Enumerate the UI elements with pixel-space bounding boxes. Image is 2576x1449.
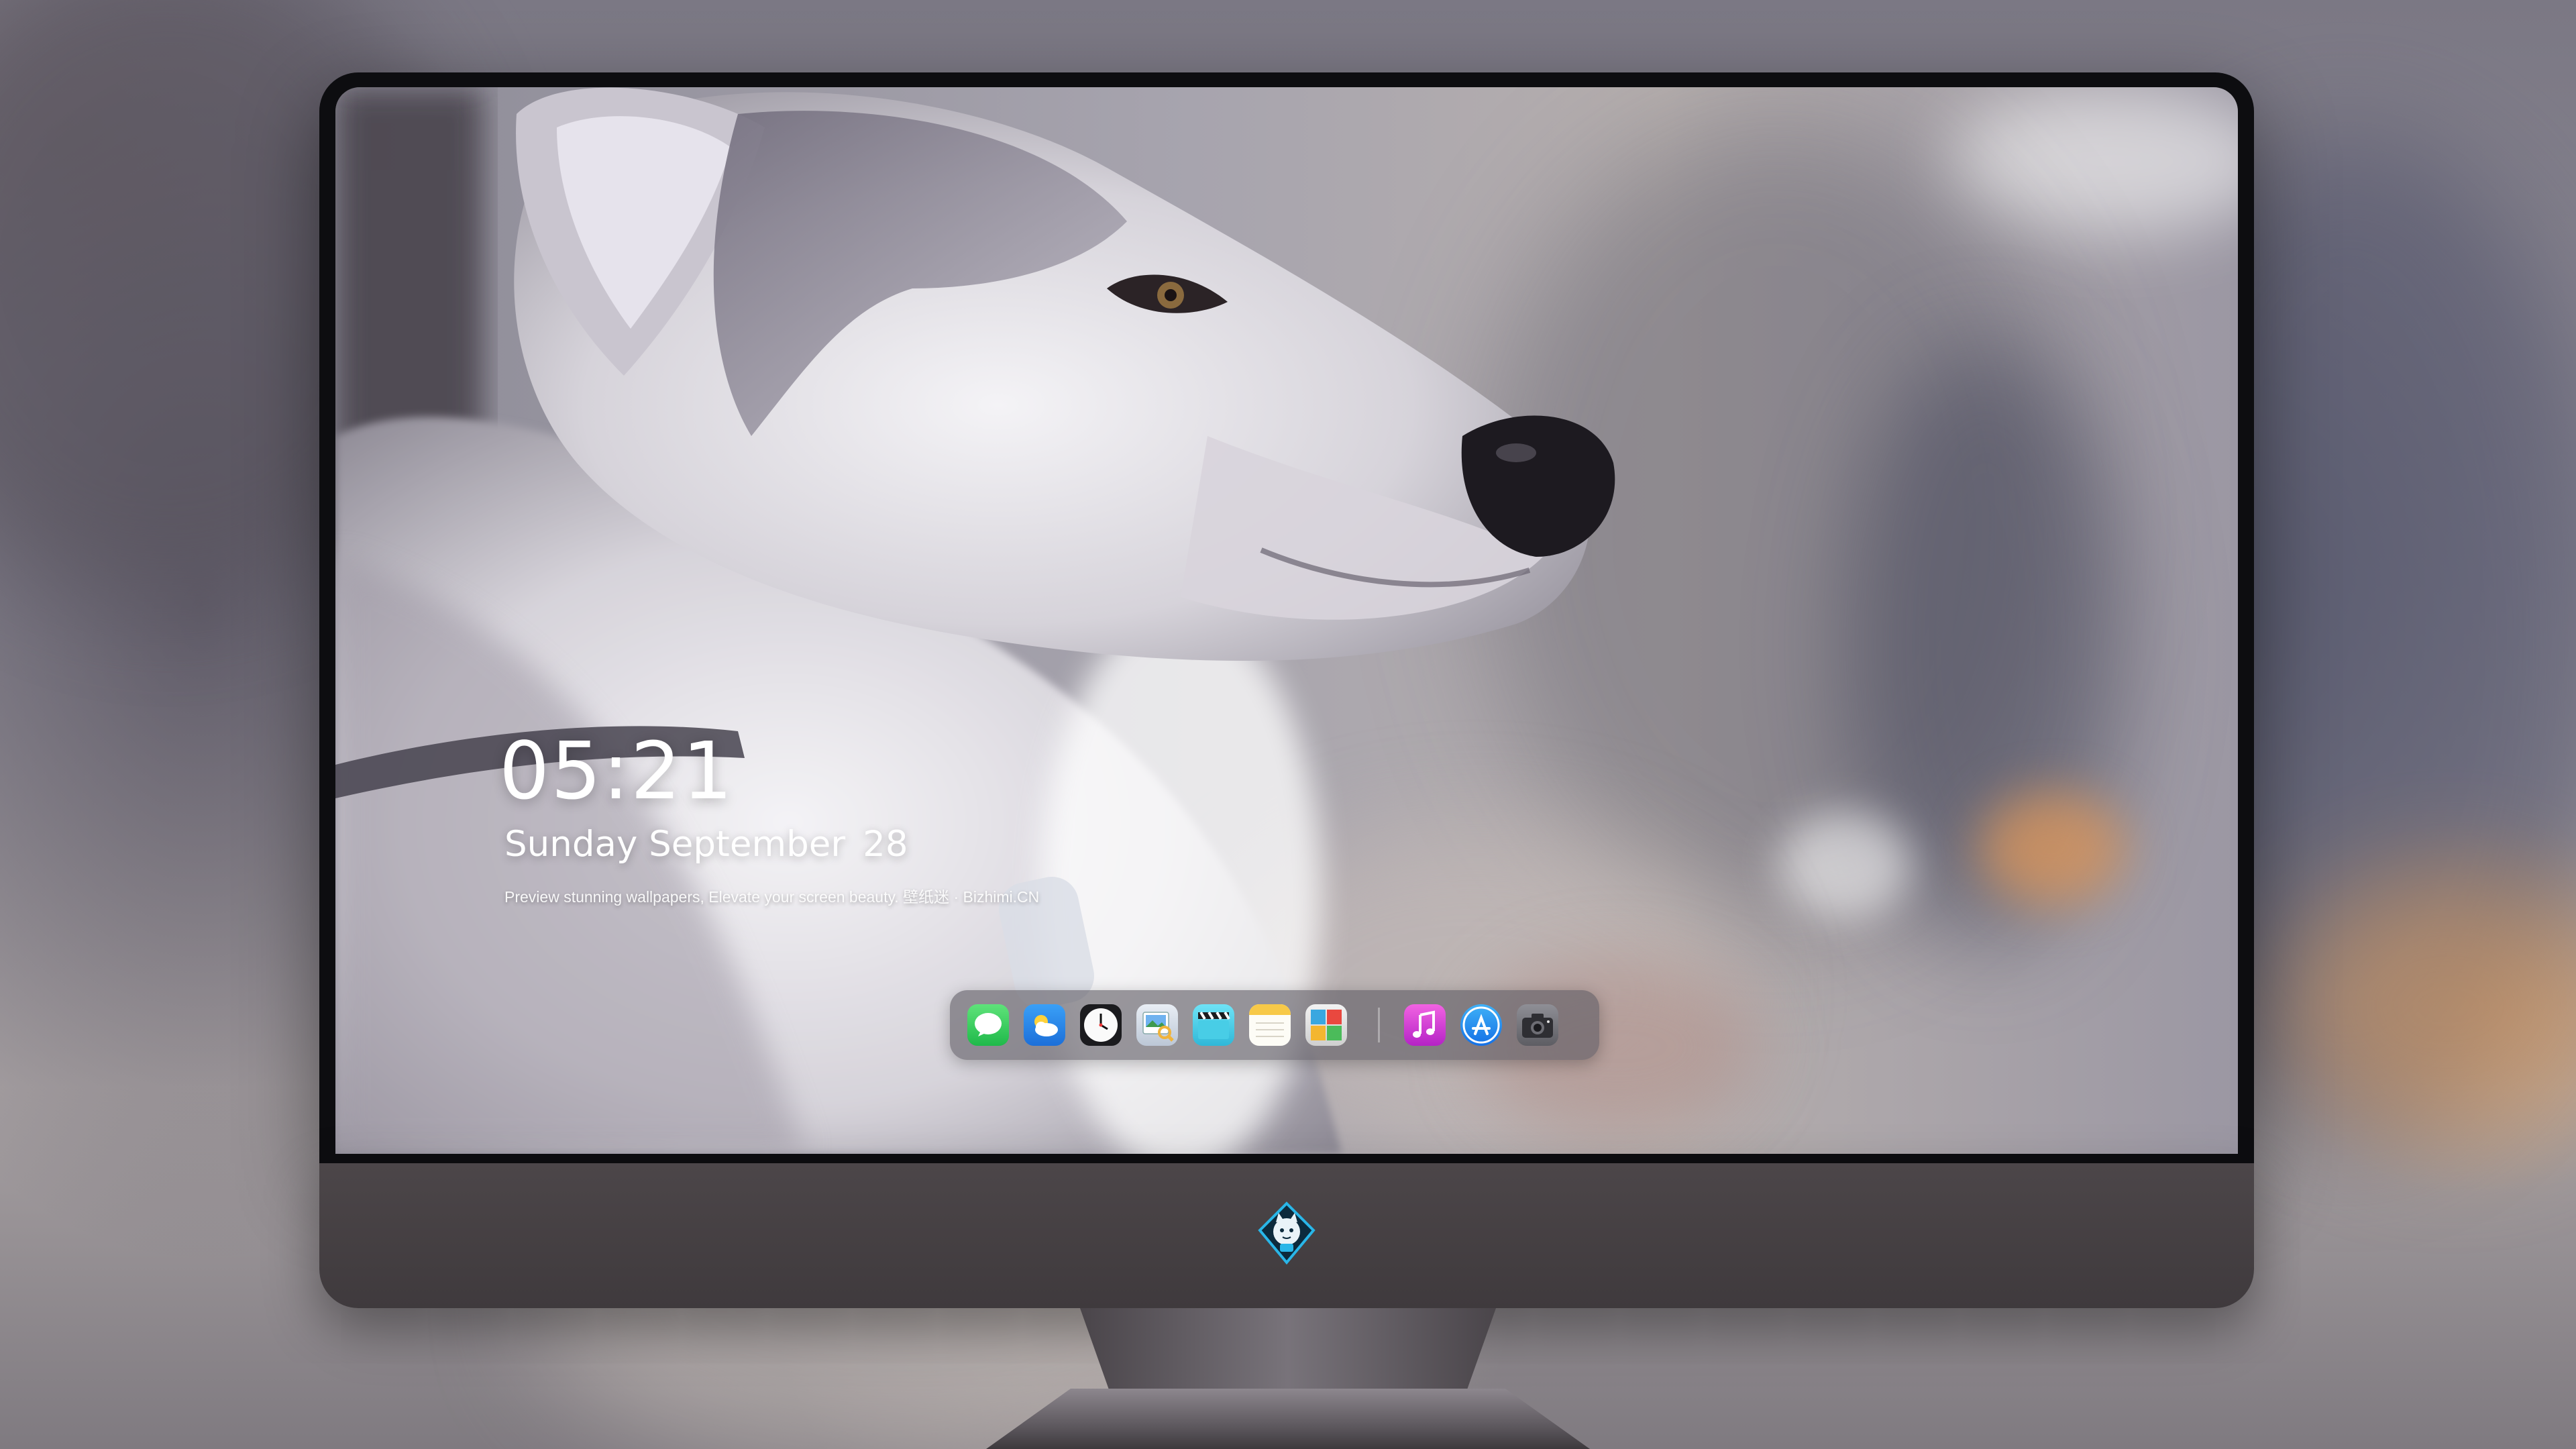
preview-icon[interactable]	[1136, 1004, 1178, 1046]
music-icon[interactable]	[1404, 1004, 1446, 1046]
notes-icon[interactable]	[1249, 1004, 1291, 1046]
lock-screen-date: Sunday September 28	[504, 824, 908, 865]
messages-icon[interactable]	[967, 1004, 1009, 1046]
clapperboard-icon[interactable]	[1193, 1004, 1234, 1046]
lock-screen-tagline: Preview stunning wallpapers, Elevate you…	[504, 888, 1040, 906]
dock	[950, 990, 1599, 1060]
monitor-chin	[319, 1163, 2254, 1308]
monitor-stand-base	[986, 1389, 1590, 1449]
lock-screen-weekday-month: Sunday September	[504, 824, 846, 865]
dock-separator	[1378, 1008, 1380, 1042]
camera-icon[interactable]	[1517, 1004, 1558, 1046]
clock-icon[interactable]	[1080, 1004, 1122, 1046]
lock-screen-day: 28	[863, 824, 908, 865]
photo-booth-icon[interactable]	[1305, 1004, 1347, 1046]
app-store-icon[interactable]	[1460, 1004, 1502, 1046]
lock-screen-time: 05:21	[499, 724, 735, 817]
weather-icon[interactable]	[1024, 1004, 1065, 1046]
monitor-stand-neck	[1080, 1308, 1496, 1402]
mascot-logo-icon	[1258, 1201, 1316, 1265]
